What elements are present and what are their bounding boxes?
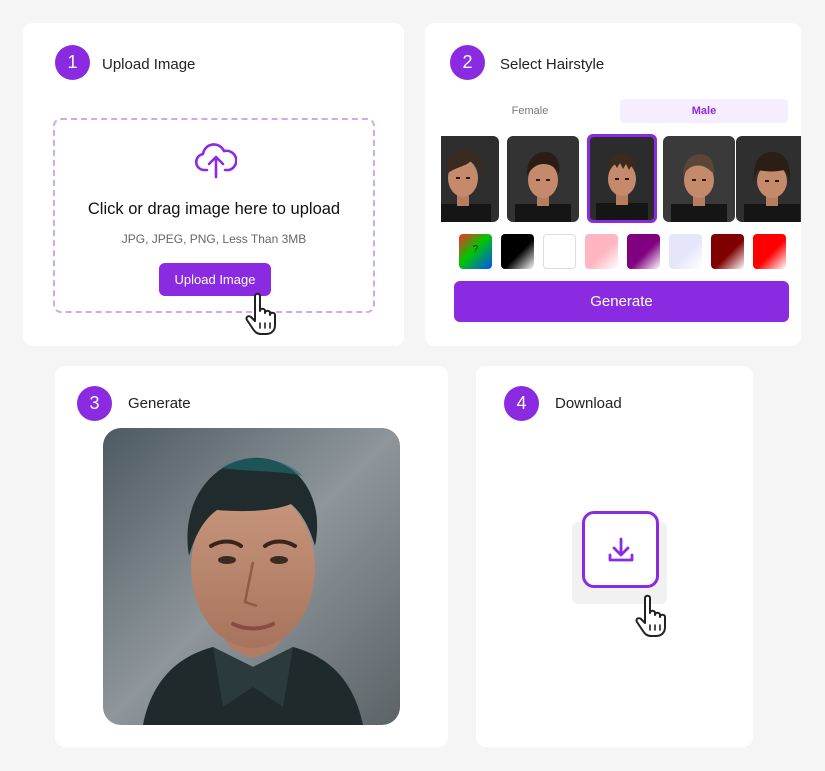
swatch-pink[interactable] [585,234,618,269]
hair-color-swatches: ? [459,234,789,270]
tab-female[interactable]: Female [455,99,605,123]
swatch-maroon[interactable] [711,234,744,269]
upload-card: 1 Upload Image Click or drag image here … [23,23,404,346]
pointer-hand-icon [635,594,666,637]
step-1-badge: 1 [55,45,90,80]
upload-dropzone[interactable]: Click or drag image here to upload JPG, … [53,118,375,335]
hairstyle-thumbnails [441,133,801,225]
step-2-title: Select Hairstyle [500,56,605,73]
hairstyle-thumbnail[interactable] [441,136,499,222]
swatch-random[interactable]: ? [459,234,492,269]
swatch-purple[interactable] [627,234,660,269]
step-1-title: Upload Image [102,56,196,73]
generate-card: 3 Generate [55,366,448,747]
download-button[interactable] [582,511,659,588]
hairstyle-thumbnail[interactable] [663,136,735,222]
hairstyle-thumbnail-selected[interactable] [587,134,657,223]
swatch-red[interactable] [753,234,786,269]
hairstyle-card: 2 Select Hairstyle Female Male ? Generat… [425,23,801,346]
step-4-badge: 4 [504,386,539,421]
gender-tabs: Female Male [455,99,788,123]
tab-male[interactable]: Male [620,99,788,123]
step-3-title: Generate [128,395,191,412]
step-3-badge: 3 [77,386,112,421]
generate-button[interactable]: Generate [454,281,789,322]
upload-instructions: Click or drag image here to upload [87,200,341,218]
download-card: 4 Download [476,366,753,747]
hairstyle-thumbnail[interactable] [736,136,801,222]
swatch-lavender[interactable] [669,234,702,269]
cloud-upload-icon [195,143,237,179]
swatch-random-label: ? [472,244,479,255]
generated-result-image [103,428,400,725]
step-4-title: Download [555,395,622,412]
download-icon [608,537,633,561]
pointer-hand-icon [245,292,276,335]
hairstyle-thumbnail[interactable] [507,136,579,222]
upload-file-requirements: JPG, JPEG, PNG, Less Than 3MB [121,232,307,246]
step-2-badge: 2 [450,45,485,80]
swatch-white[interactable] [543,234,576,269]
swatch-black[interactable] [501,234,534,269]
